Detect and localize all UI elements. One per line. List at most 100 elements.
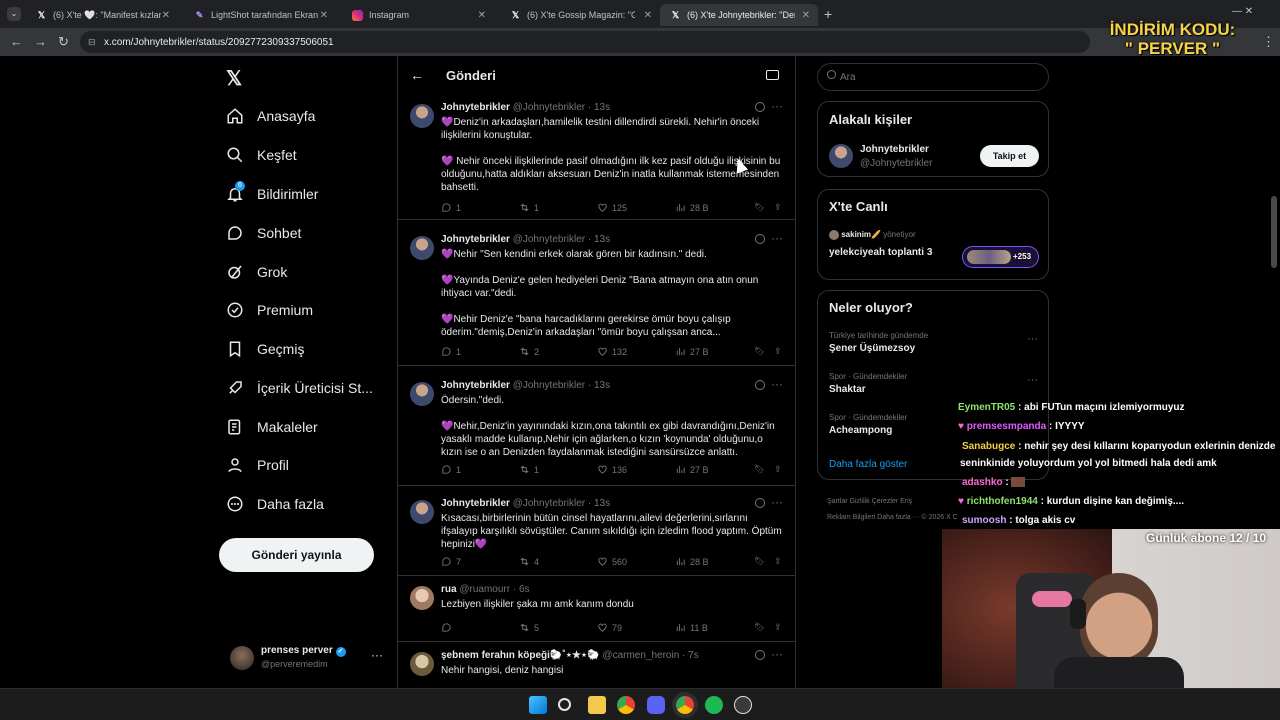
listener-count-pill[interactable]: +253	[962, 246, 1039, 268]
like-button[interactable]: 125	[597, 202, 627, 213]
nav-more[interactable]: Daha fazla	[226, 491, 324, 517]
tab-list-menu-icon[interactable]: ⌄	[7, 7, 21, 21]
browser-menu-icon[interactable]: ⋮	[1262, 34, 1275, 50]
tweet[interactable]: Johnytebrikler @Johnytebrikler · 13s ···…	[398, 374, 795, 486]
search-icon[interactable]	[558, 698, 571, 711]
share-icon[interactable]: ⇪	[774, 556, 782, 567]
nav-explore[interactable]: Keşfet	[226, 142, 297, 168]
browser-tab[interactable]: ✎LightShot tarafından Ekran Gö✕	[184, 4, 336, 26]
browser-tab[interactable]: 𝕏(6) X'te 🤍: "Manifest kızlar, fa✕	[26, 4, 178, 26]
views-button[interactable]: 11 B	[675, 622, 708, 633]
nav-profile[interactable]: Profil	[226, 452, 289, 478]
page-scrollbar[interactable]	[1271, 196, 1277, 268]
show-more-link[interactable]: Daha fazla göster	[829, 459, 907, 470]
nav-notifications[interactable]: Bildirimler 6	[226, 181, 318, 207]
grok-explain-icon[interactable]	[755, 102, 765, 112]
follow-button[interactable]: Takip et	[980, 145, 1039, 167]
browser-tab[interactable]: 𝕏(6) X'te Gossip Magazin: "Gizem✕	[500, 4, 660, 26]
repost-button[interactable]: 5	[519, 622, 539, 633]
tab-close-icon[interactable]: ✕	[644, 10, 652, 21]
more-dots-icon[interactable]: ···	[771, 99, 783, 113]
bookmark-icon[interactable]: 🔖︎	[754, 202, 765, 213]
discord-icon[interactable]	[647, 696, 665, 714]
tweet[interactable]: rua @ruamourr · 6s Lezbiyen ilişkiler şa…	[398, 578, 795, 642]
trend-item[interactable]: Spor · Gündemdekiler Shaktar ···	[829, 372, 1039, 395]
post-button[interactable]: Gönderi yayınla	[219, 538, 374, 572]
tab-close-icon[interactable]: ✕	[478, 10, 486, 21]
new-tab-button[interactable]: +	[824, 6, 832, 22]
browser-tab[interactable]: Instagram ✕	[342, 4, 494, 26]
account-switcher[interactable]: prenses perver ✓ @perveremedim ···	[226, 642, 386, 674]
windows-start-icon[interactable]	[529, 696, 547, 714]
nav-articles[interactable]: Makaleler	[226, 414, 318, 440]
tweet[interactable]: şebnem ferahın köpeği🐑˚⋆★⋆🐑 @carmen_hero…	[398, 644, 795, 688]
reply-button[interactable]: 1	[441, 346, 461, 357]
tweet[interactable]: Johnytebrikler @Johnytebrikler · 13s ···…	[398, 228, 795, 366]
file-explorer-icon[interactable]	[588, 696, 606, 714]
reply-button[interactable]: 1	[441, 464, 461, 475]
bookmark-icon[interactable]: 🔖︎	[754, 622, 765, 633]
nav-creator-studio[interactable]: İçerik Üreticisi St...	[226, 375, 373, 401]
grok-explain-icon[interactable]	[755, 650, 765, 660]
search-bar[interactable]	[817, 63, 1049, 91]
like-button[interactable]: 136	[597, 464, 627, 475]
nav-home[interactable]: Anasayfa	[226, 103, 315, 129]
nav-grok[interactable]: Grok	[226, 259, 287, 285]
bookmark-icon[interactable]: 🔖︎	[754, 346, 765, 357]
views-button[interactable]: 28 B	[675, 202, 709, 213]
more-dots-icon[interactable]: ···	[371, 648, 383, 662]
window-controls[interactable]: — ✕	[1232, 6, 1253, 17]
share-icon[interactable]: ⇪	[774, 464, 782, 475]
views-button[interactable]: 27 B	[675, 346, 709, 357]
views-button[interactable]: 28 B	[675, 556, 709, 567]
reply-button[interactable]: 1	[441, 202, 461, 213]
nav-bookmarks[interactable]: Geçmiş	[226, 336, 304, 362]
url-field[interactable]: ⊟ x.com/Johnytebrikler/status/2092772309…	[80, 31, 1090, 53]
reader-mode-icon[interactable]	[766, 70, 779, 80]
more-dots-icon[interactable]: ···	[771, 647, 783, 661]
more-dots-icon[interactable]: ···	[771, 231, 783, 245]
repost-button[interactable]: 1	[519, 202, 539, 213]
browser-tab-active[interactable]: 𝕏(6) X'te Johnytebrikler: "Deniz'✕	[660, 4, 818, 26]
share-icon[interactable]: ⇪	[774, 202, 782, 213]
trend-item[interactable]: Türkiye tarihinde gündemde Şener Üşümezs…	[829, 331, 1039, 354]
forward-icon[interactable]: →	[34, 34, 47, 49]
views-button[interactable]: 27 B	[675, 464, 709, 475]
grok-explain-icon[interactable]	[755, 380, 765, 390]
steam-icon[interactable]	[734, 696, 752, 714]
related-name[interactable]: Johnytebrikler	[860, 144, 929, 155]
site-info-icon[interactable]: ⊟	[88, 37, 96, 48]
more-dots-icon[interactable]: ···	[771, 495, 783, 509]
like-button[interactable]: 560	[597, 556, 627, 567]
nav-premium[interactable]: Premium	[226, 297, 313, 323]
chrome-active-icon[interactable]	[676, 696, 694, 714]
more-dots-icon[interactable]: ···	[1027, 374, 1038, 386]
repost-button[interactable]: 1	[519, 464, 539, 475]
chrome-icon[interactable]	[617, 696, 635, 714]
back-arrow-icon[interactable]: ←	[410, 67, 424, 83]
reload-icon[interactable]: ↻	[58, 34, 69, 50]
x-logo-icon[interactable]: 𝕏	[226, 66, 242, 91]
more-dots-icon[interactable]: ···	[771, 377, 783, 391]
like-button[interactable]: 79	[597, 622, 622, 633]
like-button[interactable]: 132	[597, 346, 627, 357]
grok-explain-icon[interactable]	[755, 234, 765, 244]
bookmark-icon[interactable]: 🔖︎	[754, 464, 765, 475]
tab-close-icon[interactable]: ✕	[162, 10, 170, 21]
bookmark-icon[interactable]: 🔖︎	[754, 556, 765, 567]
search-input[interactable]	[840, 69, 1030, 85]
repost-button[interactable]: 4	[519, 556, 539, 567]
more-dots-icon[interactable]: ···	[1027, 333, 1038, 345]
spotify-icon[interactable]	[705, 696, 723, 714]
share-icon[interactable]: ⇪	[774, 622, 782, 633]
share-icon[interactable]: ⇪	[774, 346, 782, 357]
tab-close-icon[interactable]: ✕	[802, 10, 810, 21]
repost-button[interactable]: 2	[519, 346, 539, 357]
nav-messages[interactable]: Sohbet	[226, 220, 301, 246]
tweet[interactable]: Johnytebrikler @Johnytebrikler · 13s ···…	[398, 492, 795, 576]
space-title[interactable]: yelekciyeah toplanti 3	[829, 247, 932, 258]
reply-button[interactable]: 7	[441, 556, 461, 567]
back-icon[interactable]: ←	[10, 34, 23, 49]
grok-explain-icon[interactable]	[755, 498, 765, 508]
tab-close-icon[interactable]: ✕	[320, 10, 328, 21]
